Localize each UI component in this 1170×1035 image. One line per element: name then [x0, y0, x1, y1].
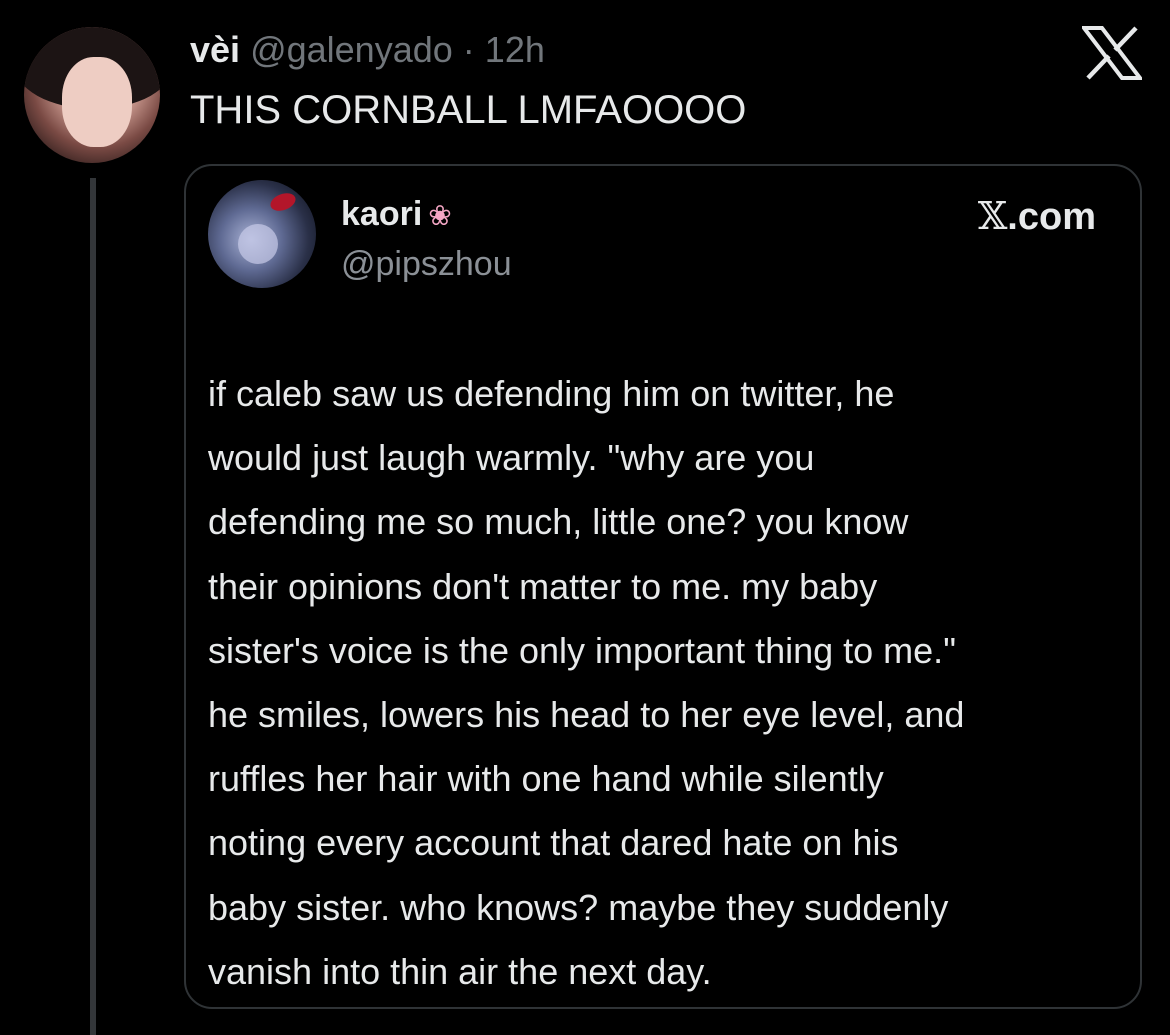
- quoted-text-line: their opinions don't matter to me. my ba…: [208, 565, 878, 607]
- quoted-text-line: baby sister. who knows? maybe they sudde…: [208, 886, 949, 928]
- quoted-text-line: ruffles her hair with one hand while sil…: [208, 758, 884, 800]
- author-avatar[interactable]: [24, 27, 160, 163]
- quoted-text-line: vanish into thin air the next day.: [208, 950, 712, 992]
- lotus-icon: ❀: [428, 200, 452, 231]
- thread-connector-line: [90, 178, 96, 1035]
- quoted-author-name-row: kaori ❀: [341, 194, 452, 236]
- quoted-text-line: if caleb saw us defending him on twitter…: [208, 373, 895, 414]
- quoted-text-line: defending me so much, little one? you kn…: [208, 501, 909, 543]
- quoted-author-avatar[interactable]: [208, 180, 316, 288]
- tweet-header: vèi @galenyado · 12h: [190, 28, 545, 72]
- quoted-text-line: noting every account that dared hate on …: [208, 822, 899, 864]
- quoted-author-handle[interactable]: @pipszhou: [341, 244, 512, 284]
- quoted-text-line: sister's voice is the only important thi…: [208, 629, 956, 671]
- quoted-site-label: 𝕏.com: [978, 194, 1096, 239]
- tweet-time[interactable]: 12h: [485, 29, 545, 70]
- quoted-text-line: he smiles, lowers his head to her eye le…: [208, 694, 965, 736]
- header-separator: ·: [462, 29, 475, 70]
- x-mark-icon: 𝕏: [977, 194, 1008, 238]
- x-logo-icon: [1082, 26, 1142, 80]
- quoted-tweet-body: if caleb saw us defending him on twitter…: [208, 362, 1118, 1004]
- author-name[interactable]: vèi: [190, 29, 240, 70]
- quoted-tweet-card[interactable]: kaori ❀ @pipszhou 𝕏.com if caleb saw us d…: [184, 164, 1142, 1009]
- quoted-text-line: would just laugh warmly. "why are you: [208, 437, 815, 479]
- tweet-text: THIS CORNBALL LMFAOOOO: [190, 88, 747, 132]
- site-domain: .com: [1007, 196, 1096, 238]
- author-handle[interactable]: @galenyado: [250, 29, 453, 70]
- quoted-author-name[interactable]: kaori: [341, 195, 422, 233]
